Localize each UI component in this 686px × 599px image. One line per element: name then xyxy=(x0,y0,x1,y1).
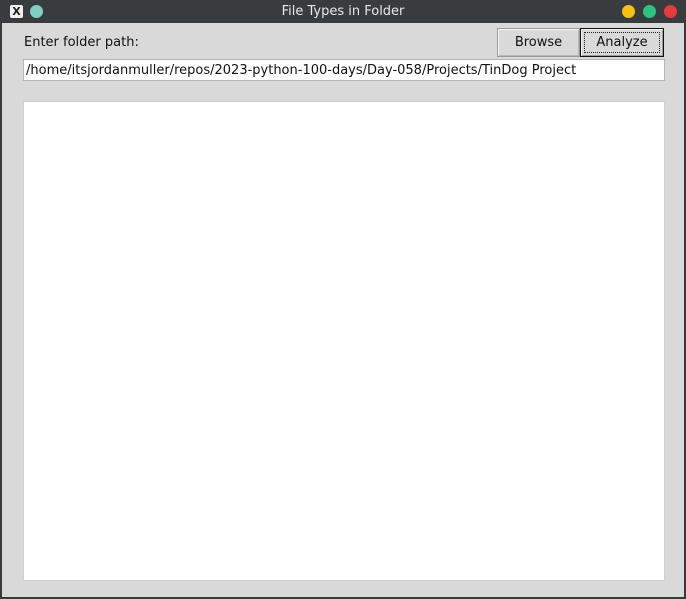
close-button[interactable] xyxy=(664,5,677,18)
minimize-button[interactable] xyxy=(622,5,635,18)
folder-path-input[interactable] xyxy=(23,59,665,81)
results-text-area[interactable] xyxy=(23,101,665,581)
window-title: File Types in Folder xyxy=(281,4,405,19)
maximize-button[interactable] xyxy=(643,5,656,18)
browse-button[interactable]: Browse xyxy=(497,28,580,57)
app-window: X File Types in Folder Enter folder path… xyxy=(0,0,686,599)
title-bar[interactable]: X File Types in Folder xyxy=(2,0,684,23)
folder-path-label: Enter folder path: xyxy=(24,35,139,50)
analyze-button-label: Analyze xyxy=(584,32,660,53)
analyze-button[interactable]: Analyze xyxy=(580,28,664,57)
